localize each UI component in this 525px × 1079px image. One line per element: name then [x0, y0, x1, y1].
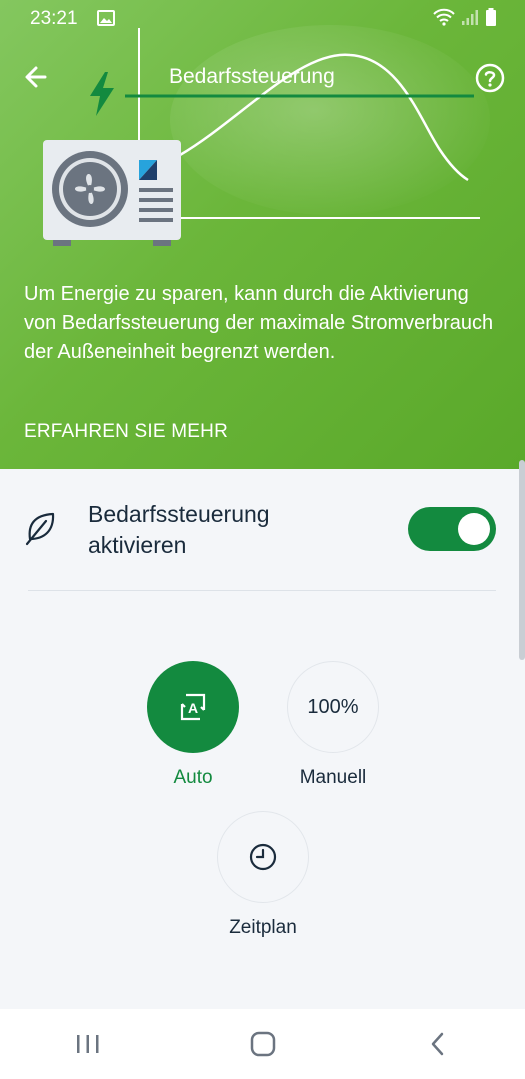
mode-schedule[interactable]: Zeitplan — [216, 811, 310, 939]
divider — [28, 590, 496, 591]
wifi-icon — [433, 8, 455, 26]
scrollbar[interactable] — [519, 460, 525, 660]
manual-percentage: 100% — [307, 695, 359, 718]
back-button[interactable] — [408, 1019, 468, 1069]
auto-mode-icon: A — [180, 693, 206, 721]
settings-panel: Bedarfssteuerung aktivieren A Auto 100% … — [0, 469, 525, 1009]
mode-auto-button[interactable]: A — [147, 661, 239, 753]
mode-auto[interactable]: A Auto — [147, 661, 239, 789]
back-arrow-icon[interactable] — [20, 60, 54, 94]
demand-control-toggle[interactable] — [408, 507, 496, 551]
mode-auto-label: Auto — [173, 767, 213, 788]
mode-manual-label: Manuell — [299, 767, 367, 788]
mode-schedule-button[interactable] — [217, 811, 309, 903]
recent-apps-button[interactable] — [58, 1019, 118, 1069]
mode-manual[interactable]: 100% Manuell — [286, 661, 380, 789]
hero-description: Um Energie zu sparen, kann durch die Akt… — [24, 283, 494, 363]
gallery-notification-icon — [97, 10, 115, 26]
svg-text:A: A — [188, 700, 198, 716]
mode-schedule-label: Zeitplan — [229, 917, 297, 938]
recent-apps-icon — [76, 1035, 98, 1053]
system-nav-bar — [0, 1009, 525, 1079]
home-icon — [250, 1031, 275, 1057]
outdoor-unit-icon — [43, 140, 181, 246]
status-indicators — [433, 8, 497, 26]
demand-control-label: Bedarfssteuerung aktivieren — [88, 499, 368, 561]
page-title: Bedarfssteuerung — [169, 65, 335, 88]
status-time: 23:21 — [30, 8, 78, 29]
clock-icon — [249, 843, 277, 871]
signal-icon — [462, 10, 478, 25]
hero-header: 23:21 Bedarfssteuerung Um Energie zu spa… — [0, 0, 525, 469]
demand-control-label-line2: aktivieren — [88, 532, 187, 558]
status-bar: 23:21 — [0, 0, 525, 36]
mode-manual-button[interactable]: 100% — [287, 661, 379, 753]
back-chevron-icon — [431, 1032, 443, 1056]
battery-icon — [486, 8, 496, 26]
leaf-icon — [25, 512, 55, 546]
home-button[interactable] — [233, 1019, 293, 1069]
demand-control-label-line1: Bedarfssteuerung — [88, 501, 270, 527]
help-icon[interactable] — [474, 62, 506, 94]
learn-more-link[interactable]: ERFAHREN SIE MEHR — [24, 421, 228, 443]
lightning-icon — [90, 72, 114, 116]
toggle-knob — [458, 513, 490, 545]
